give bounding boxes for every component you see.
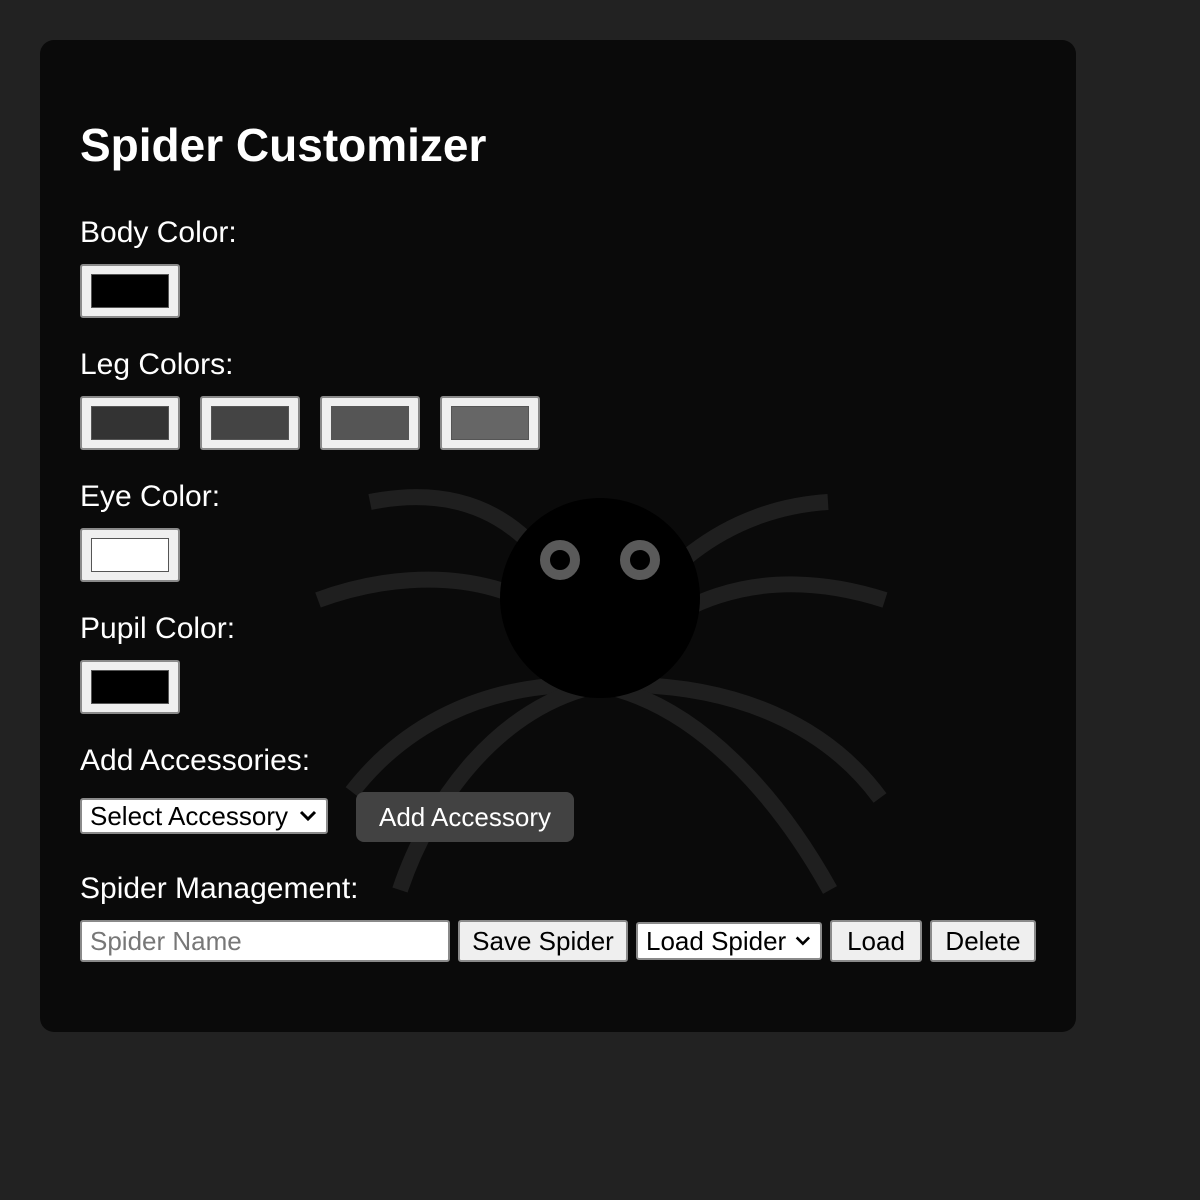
- leg-color-swatch-3: [331, 406, 409, 440]
- delete-button[interactable]: Delete: [930, 920, 1036, 962]
- chevron-down-icon: [299, 810, 317, 822]
- spider-name-input[interactable]: [80, 920, 450, 962]
- spider-leg-lower-right-2: [598, 677, 837, 894]
- pupil-color-swatch: [91, 670, 169, 704]
- leg-color-picker-3[interactable]: [320, 396, 420, 450]
- load-spider-select[interactable]: Load Spider: [636, 922, 822, 960]
- body-color-label: Body Color:: [80, 216, 237, 249]
- spider-leg-lower-right-1: [599, 676, 887, 803]
- pupil-color-picker[interactable]: [80, 660, 180, 714]
- eye-color-swatch: [91, 538, 169, 572]
- leg-color-picker-1[interactable]: [80, 396, 180, 450]
- leg-color-picker-2[interactable]: [200, 396, 300, 450]
- eye-color-picker[interactable]: [80, 528, 180, 582]
- accessory-select-value: Select Accessory: [90, 800, 288, 831]
- accessories-label: Add Accessories:: [80, 744, 311, 777]
- management-label: Spider Management:: [80, 872, 359, 905]
- spider-left-eye: [540, 540, 580, 580]
- leg-color-swatch-2: [211, 406, 289, 440]
- eye-color-label: Eye Color:: [80, 480, 221, 513]
- load-button[interactable]: Load: [830, 920, 922, 962]
- spider-body: [500, 498, 700, 698]
- pupil-color-label: Pupil Color:: [80, 612, 236, 645]
- accessory-select[interactable]: Select Accessory: [80, 798, 328, 834]
- load-spider-select-value: Load Spider: [646, 925, 787, 956]
- spider-right-eye: [620, 540, 660, 580]
- body-color-swatch: [91, 274, 169, 308]
- leg-colors-label: Leg Colors:: [80, 348, 234, 381]
- save-spider-button[interactable]: Save Spider: [458, 920, 628, 962]
- leg-color-swatch-1: [91, 406, 169, 440]
- add-accessory-button[interactable]: Add Accessory: [356, 792, 574, 842]
- body-color-picker[interactable]: [80, 264, 180, 318]
- customizer-panel: Spider Customizer Body Color: Leg Colors…: [40, 40, 1076, 1032]
- spider-leg-lower-left-2: [392, 677, 602, 893]
- spider-leg-mid-left: [315, 571, 608, 688]
- spider-leg-mid-right: [593, 576, 888, 690]
- spider-leg-lower-left-1: [345, 676, 601, 797]
- leg-color-picker-4[interactable]: [440, 396, 540, 450]
- chevron-down-icon: [795, 936, 811, 946]
- leg-color-swatch-4: [451, 406, 529, 440]
- page-title: Spider Customizer: [80, 119, 487, 171]
- spider-leg-upper-right: [592, 494, 829, 688]
- spider-leg-upper-left: [368, 489, 608, 687]
